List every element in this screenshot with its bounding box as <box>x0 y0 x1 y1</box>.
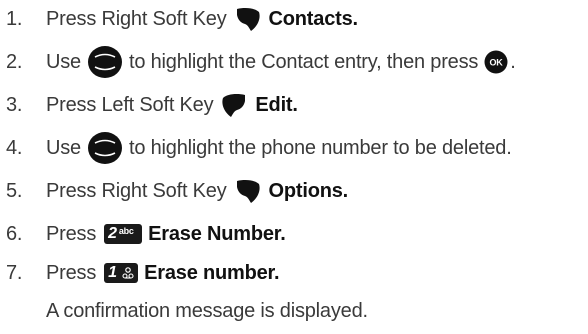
step-text: Press <box>46 261 97 284</box>
step-4: 4. Use to highlight the phone number to … <box>6 131 512 165</box>
step-2: 2. Use to highlight the Contact entry, t… <box>6 45 516 79</box>
step-7-note: A confirmation message is displayed. <box>46 299 368 322</box>
key-digit: 2 <box>108 225 117 242</box>
ok-key-icon: OK <box>484 50 508 74</box>
step-bold: Erase number. <box>144 261 280 284</box>
navigation-key-icon <box>87 45 123 79</box>
step-tail: . <box>510 50 516 73</box>
step-bold: Contacts. <box>268 7 359 30</box>
step-bold: Erase Number. <box>148 222 286 245</box>
step-text: Press Right Soft Key <box>46 179 227 202</box>
step-3: 3. Press Left Soft Key Edit. <box>6 90 298 120</box>
left-soft-key-icon <box>219 90 249 120</box>
step-1: 1. Press Right Soft Key Contacts. <box>6 4 358 34</box>
step-text: to highlight the Contact entry, then pre… <box>128 50 479 73</box>
step-pre: Use <box>46 50 81 73</box>
step-number: 2. <box>6 50 23 73</box>
ok-label: OK <box>490 58 504 68</box>
instruction-steps: 1. Press Right Soft Key Contacts. 2. Use… <box>0 0 588 334</box>
step-pre: Use <box>46 136 81 159</box>
step-bold: Edit. <box>255 93 298 116</box>
key-1-icon: 1 <box>104 263 139 283</box>
voicemail-icon <box>122 267 134 279</box>
step-text: Press <box>46 222 97 245</box>
step-text: to highlight the phone number to be dele… <box>128 136 512 159</box>
step-number: 3. <box>6 93 23 116</box>
step-number: 7. <box>6 261 23 284</box>
right-soft-key-icon <box>233 176 263 206</box>
navigation-key-icon <box>87 131 123 165</box>
step-6: 6. Press 2 abc Erase Number. <box>6 219 286 249</box>
step-number: 4. <box>6 136 23 159</box>
step-7: 7. Press 1 Erase number. <box>6 258 280 288</box>
step-5: 5. Press Right Soft Key Options. <box>6 176 348 206</box>
step-number: 1. <box>6 7 23 30</box>
step-bold: Options. <box>268 179 349 202</box>
right-soft-key-icon <box>233 4 263 34</box>
key-digit: 1 <box>108 264 117 281</box>
step-text: Press Left Soft Key <box>46 93 214 116</box>
key-letters: abc <box>118 226 134 236</box>
step-number: 6. <box>6 222 23 245</box>
step-number: 5. <box>6 179 23 202</box>
step-text: Press Right Soft Key <box>46 7 227 30</box>
key-2-icon: 2 abc <box>104 224 143 244</box>
